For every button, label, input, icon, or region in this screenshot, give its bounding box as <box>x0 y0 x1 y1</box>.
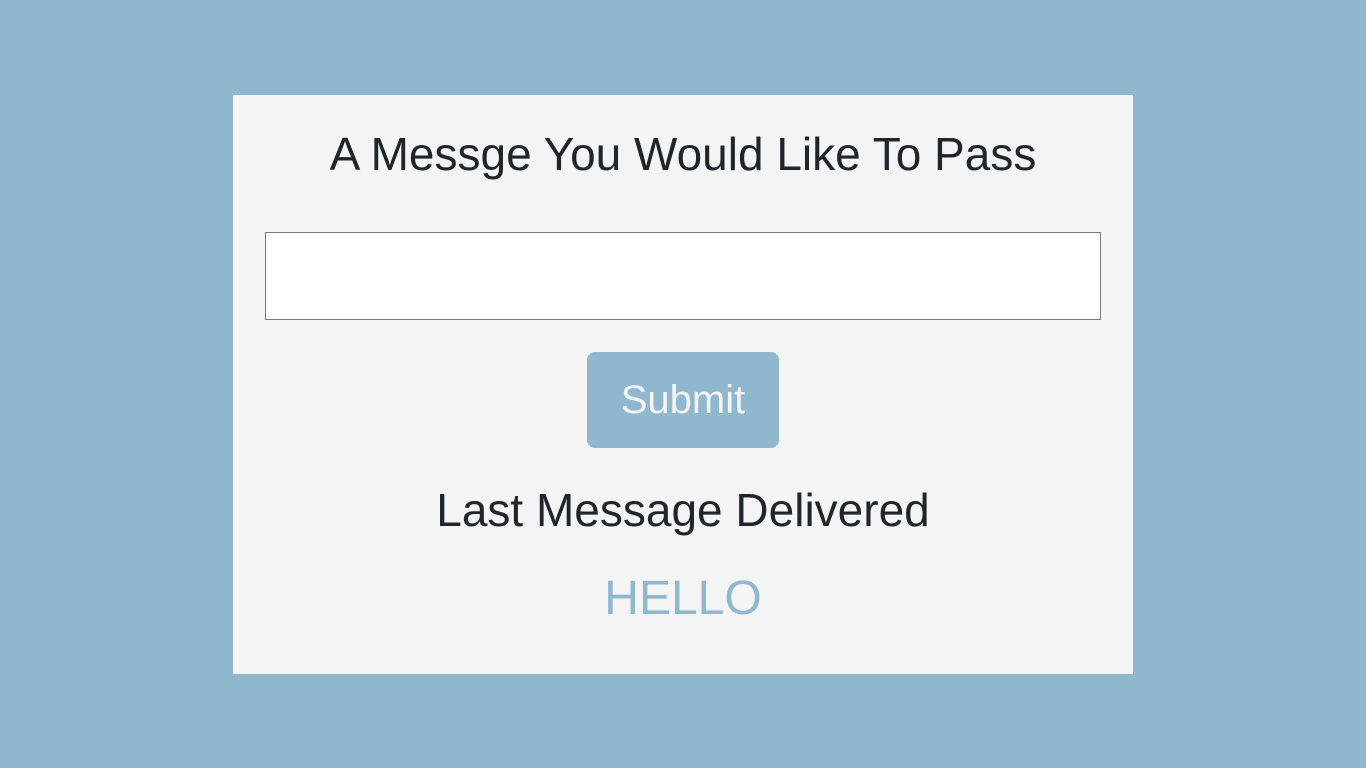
last-message-heading: Last Message Delivered <box>436 484 930 536</box>
submit-button[interactable]: Submit <box>587 352 779 448</box>
page-title: A Messge You Would Like To Pass <box>329 128 1037 180</box>
message-input[interactable] <box>265 232 1101 320</box>
last-message-text: HELLO <box>604 572 762 625</box>
message-card: A Messge You Would Like To Pass Submit L… <box>233 95 1133 674</box>
